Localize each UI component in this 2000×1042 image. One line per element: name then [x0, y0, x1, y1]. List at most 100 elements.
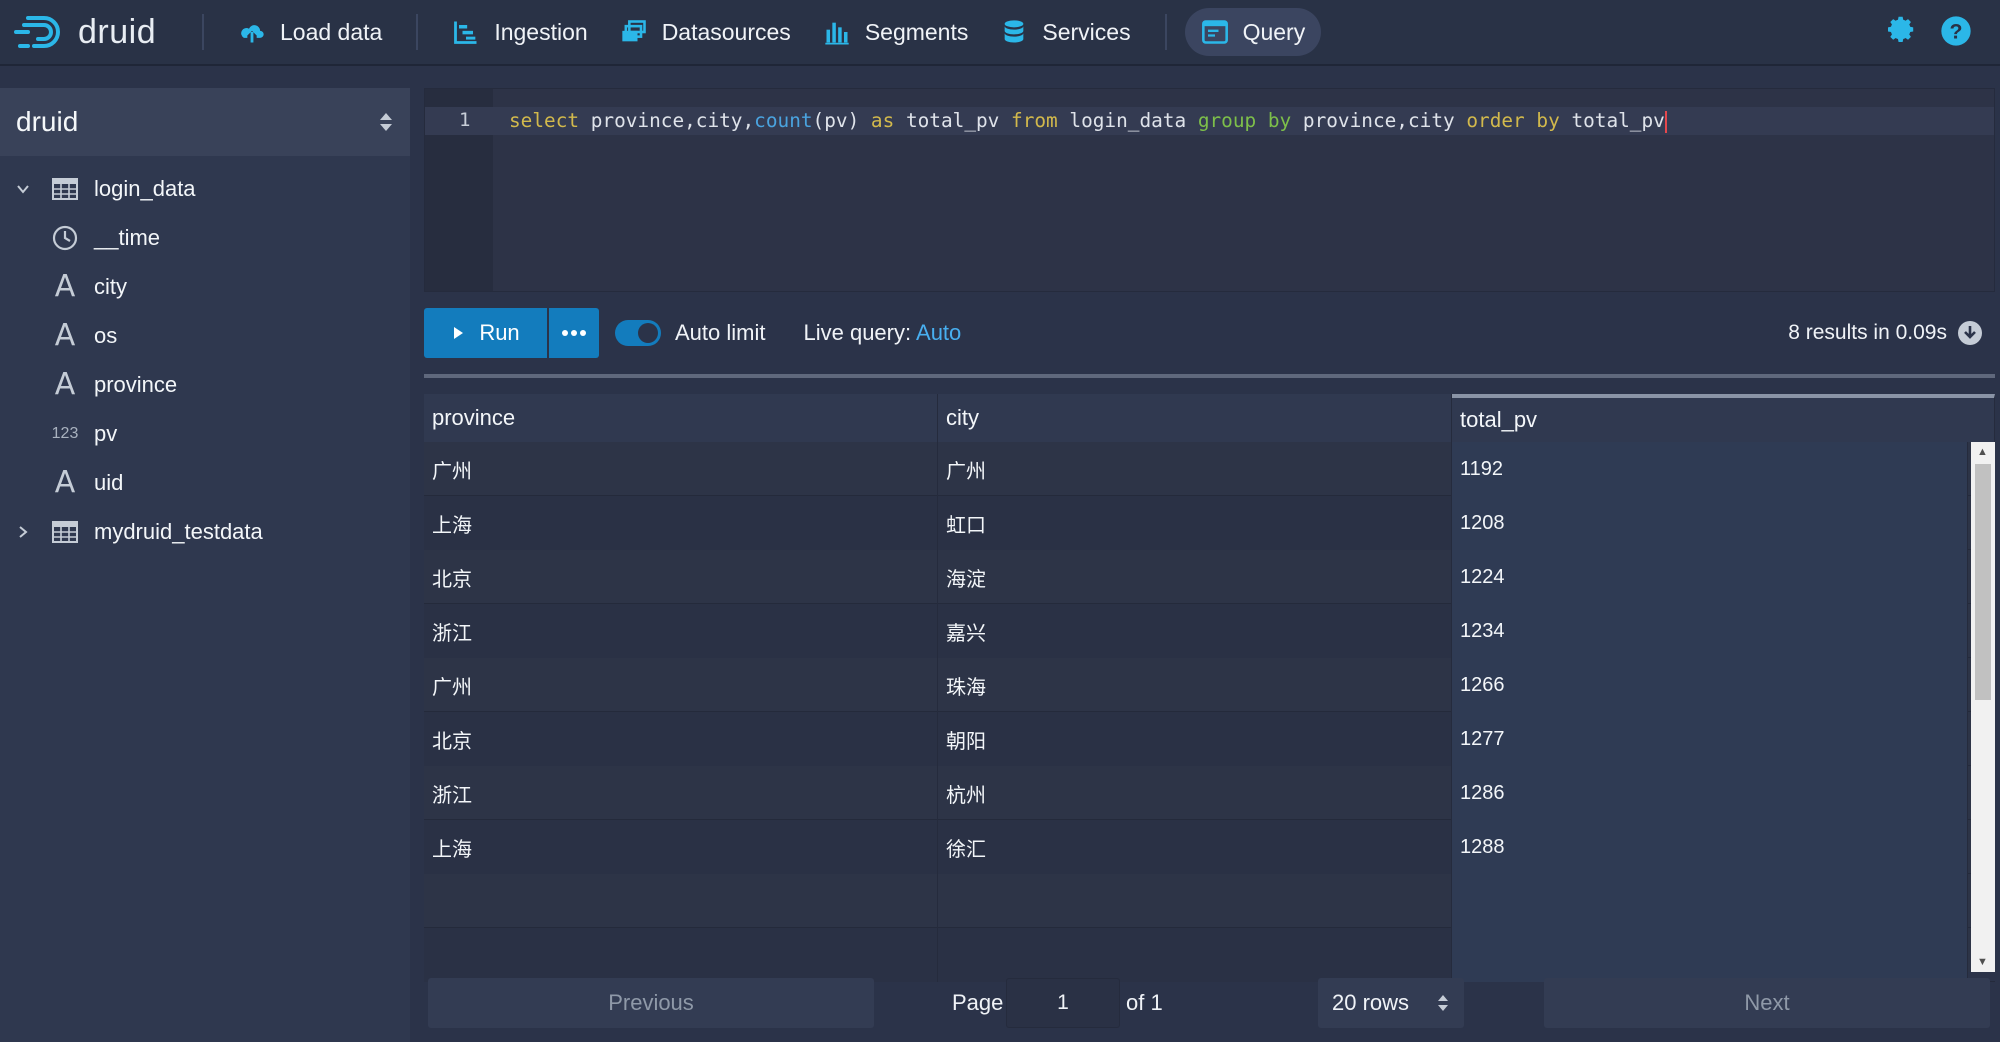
download-icon[interactable] — [1957, 320, 1983, 346]
resize-divider[interactable] — [424, 374, 1995, 378]
tree-item-time[interactable]: __time — [0, 213, 410, 262]
play-icon — [454, 327, 464, 339]
sql-token: province,city, — [579, 109, 755, 132]
sql-token: order by — [1466, 109, 1560, 132]
nav-load-data-button[interactable]: Load data — [222, 8, 398, 56]
line-number: 1 — [459, 109, 471, 131]
previous-page-button[interactable]: Previous — [428, 978, 874, 1028]
tree-item-province[interactable]: A province — [0, 360, 410, 409]
tree-item-mydruid-testdata[interactable]: mydruid_testdata — [0, 507, 410, 556]
nav-right-icons: ? — [1886, 15, 1972, 47]
nav-label: Load data — [280, 18, 383, 45]
table-cell: 广州 — [424, 442, 938, 496]
nav-segments-button[interactable]: Segments — [807, 8, 985, 56]
auto-limit-toggle[interactable] — [615, 320, 661, 346]
sql-token: (pv) — [812, 109, 871, 132]
pagination-bar: Previous Page of 1 20 rows Next — [424, 976, 1995, 1030]
sql-token: province,city — [1291, 109, 1467, 132]
string-type-icon: A — [54, 367, 76, 402]
tree-item-label: os — [94, 322, 118, 348]
tree-item-os[interactable]: A os — [0, 311, 410, 360]
table-cell: 1234 — [1452, 604, 1968, 658]
tree-item-label: pv — [94, 420, 118, 446]
nav-label: Ingestion — [494, 18, 588, 45]
chevron-right-icon[interactable] — [0, 524, 46, 540]
gear-icon[interactable] — [1886, 15, 1918, 47]
double-caret-icon — [380, 113, 392, 131]
datasource-select[interactable]: druid — [0, 88, 410, 156]
sql-token: from — [1011, 109, 1058, 132]
scroll-down-arrow-icon[interactable]: ▼ — [1977, 956, 1988, 968]
schema-tree: login_data __time A city A os A province… — [0, 156, 410, 556]
page-number-input[interactable] — [1006, 978, 1120, 1028]
sql-token: total_pv — [1559, 109, 1665, 132]
table-scrollbar[interactable]: ▲ ▼ — [1971, 442, 1995, 972]
column-header-city[interactable]: city — [938, 394, 1452, 442]
sql-token: login_data — [1057, 109, 1198, 132]
nav-datasources-button[interactable]: Datasources — [604, 8, 807, 56]
string-type-icon: A — [54, 465, 76, 500]
query-control-bar: Run Auto limit Live query: Auto 8 result… — [424, 308, 1995, 358]
auto-limit-label: Auto limit — [675, 320, 766, 345]
table-cell: 嘉兴 — [938, 604, 1452, 658]
time-icon — [46, 225, 84, 251]
nav-divider — [1164, 14, 1167, 50]
tree-item-login-data[interactable]: login_data — [0, 164, 410, 213]
table-row: 广州 珠海 1266 — [424, 658, 1995, 712]
table-cell — [938, 928, 1452, 982]
table-cell — [938, 874, 1452, 928]
help-icon[interactable]: ? — [1940, 15, 1972, 47]
table-icon — [46, 520, 84, 543]
table-row: 北京 海淀 1224 — [424, 550, 1995, 604]
table-cell: 1208 — [1452, 496, 1968, 550]
nav-label: Services — [1042, 18, 1131, 45]
table-row: 广州 广州 1192 — [424, 442, 1995, 496]
run-button[interactable]: Run — [424, 308, 547, 358]
table-cell: 北京 — [424, 550, 938, 604]
page-total-label: of 1 — [1126, 990, 1163, 1015]
table-cell: 珠海 — [938, 658, 1452, 712]
results-summary: 8 results in 0.09s — [1788, 321, 1947, 344]
more-options-button[interactable] — [549, 308, 599, 358]
table-icon — [46, 177, 84, 200]
table-cell: 上海 — [424, 496, 938, 550]
scroll-up-arrow-icon[interactable]: ▲ — [1977, 446, 1988, 458]
table-cell: 1288 — [1452, 820, 1968, 874]
sql-token: count — [754, 109, 813, 132]
nav-ingestion-button[interactable]: Ingestion — [436, 8, 603, 56]
chevron-down-icon[interactable] — [0, 181, 46, 197]
next-page-button[interactable]: Next — [1544, 978, 1990, 1028]
table-row: 浙江 嘉兴 1234 — [424, 604, 1995, 658]
nav-query-button[interactable]: Query — [1184, 8, 1322, 56]
nav-services-button[interactable]: Services — [984, 8, 1146, 56]
rows-per-page-value: 20 rows — [1332, 990, 1410, 1015]
live-query-value[interactable]: Auto — [916, 320, 961, 345]
text-cursor — [1664, 110, 1667, 133]
column-header-total-pv[interactable]: total_pv — [1452, 394, 1995, 442]
column-header-province[interactable]: province — [424, 394, 938, 442]
table-cell: 北京 — [424, 712, 938, 766]
tree-item-label: city — [94, 273, 127, 299]
multi-select-icon — [622, 20, 646, 42]
run-button-label: Run — [479, 320, 520, 345]
tree-item-city[interactable]: A city — [0, 262, 410, 311]
tree-item-pv[interactable]: 123 pv — [0, 409, 410, 458]
table-header: province city total_pv — [424, 394, 1995, 442]
tree-item-uid[interactable]: A uid — [0, 458, 410, 507]
druid-logo-icon — [14, 16, 60, 48]
results-table: province city total_pv 广州 广州 1192 上海 虹口 … — [424, 394, 1995, 982]
table-cell: 杭州 — [938, 766, 1452, 820]
sql-token: as — [870, 109, 895, 132]
sql-token: select — [509, 109, 580, 132]
sql-editor[interactable]: 1 select province,city,count(pv) as tota… — [424, 88, 1995, 292]
rows-per-page-select[interactable]: 20 rows — [1318, 978, 1464, 1028]
results-info: 8 results in 0.09s — [1788, 320, 1983, 346]
logo-text: druid — [78, 12, 157, 51]
live-query-control[interactable]: Live query: Auto — [803, 320, 961, 346]
druid-logo[interactable]: druid — [14, 12, 184, 52]
table-cell: 1224 — [1452, 550, 1968, 604]
datasource-select-value: druid — [16, 106, 79, 137]
sql-code[interactable]: select province,city,count(pv) as total_… — [509, 109, 1667, 133]
table-row: 北京 朝阳 1277 — [424, 712, 1995, 766]
scrollbar-thumb[interactable] — [1975, 464, 1991, 700]
